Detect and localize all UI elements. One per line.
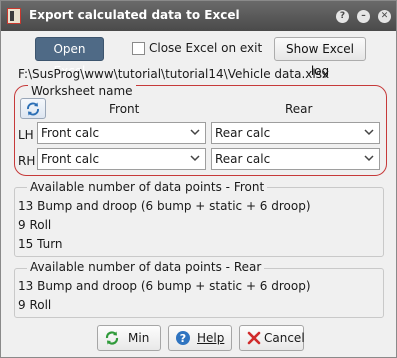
- dialog-window: Export calculated data to Excel ? – ✕ Op…: [0, 0, 397, 358]
- front-points-group: [14, 187, 384, 257]
- min-button[interactable]: Min: [97, 325, 161, 351]
- title-bar[interactable]: Export calculated data to Excel ? – ✕: [1, 1, 396, 31]
- front-column-header: Front: [109, 102, 140, 116]
- min-button-label: Min: [128, 331, 150, 345]
- chevron-down-icon: [190, 129, 200, 136]
- front-point-roll: 9 Roll: [18, 218, 52, 232]
- rear-points-group: [14, 268, 384, 318]
- close-button[interactable]: ✕: [378, 10, 391, 23]
- rear-point-roll: 9 Roll: [18, 298, 52, 312]
- row-label-lh: LH: [18, 128, 34, 142]
- rh-front-select[interactable]: Front calc: [37, 148, 206, 170]
- show-excel-log-button[interactable]: Show Excel log: [274, 37, 366, 78]
- help-title-button[interactable]: ?: [336, 10, 349, 23]
- chevron-down-icon: [190, 155, 200, 162]
- rh-rear-select[interactable]: Rear calc: [211, 148, 380, 170]
- close-excel-label: Close Excel on exit: [149, 41, 263, 55]
- lh-rear-value: Rear calc: [215, 126, 271, 140]
- chevron-down-icon: [364, 155, 374, 162]
- lh-rear-select[interactable]: Rear calc: [211, 122, 380, 144]
- front-points-title: Available number of data points - Front: [27, 180, 268, 194]
- rh-rear-value: Rear calc: [215, 152, 271, 166]
- lh-front-value: Front calc: [41, 126, 100, 140]
- file-path: F:\SusProg\www\tutorial\tutorial14\Vehic…: [18, 67, 330, 81]
- close-excel-checkbox[interactable]: [132, 42, 145, 55]
- app-icon: [7, 8, 21, 24]
- refresh-icon: [105, 331, 119, 345]
- help-button-label: Help: [197, 331, 225, 345]
- cancel-button-label: Cancel: [264, 331, 305, 345]
- help-icon: ?: [176, 331, 190, 345]
- close-icon: [247, 331, 261, 345]
- front-point-bump: 13 Bump and droop (6 bump + static + 6 d…: [18, 199, 311, 213]
- open-excel-button[interactable]: Open Excel: [35, 37, 104, 78]
- refresh-button[interactable]: [20, 98, 46, 119]
- chevron-down-icon: [364, 129, 374, 136]
- rear-point-bump: 13 Bump and droop (6 bump + static + 6 d…: [18, 279, 311, 293]
- row-label-rh: RH: [18, 154, 36, 168]
- front-point-turn: 15 Turn: [18, 237, 63, 251]
- rh-front-value: Front calc: [41, 152, 100, 166]
- window-title: Export calculated data to Excel: [29, 8, 240, 22]
- refresh-icon: [27, 102, 39, 116]
- help-button[interactable]: ? Help: [168, 325, 232, 351]
- cancel-button[interactable]: Cancel: [239, 325, 305, 351]
- worksheet-group-title: Worksheet name: [28, 84, 136, 98]
- lh-front-select[interactable]: Front calc: [37, 122, 206, 144]
- rear-points-title: Available number of data points - Rear: [27, 260, 265, 274]
- svg-text:?: ?: [180, 332, 186, 345]
- rear-column-header: Rear: [285, 102, 313, 116]
- minimize-button[interactable]: –: [357, 10, 370, 23]
